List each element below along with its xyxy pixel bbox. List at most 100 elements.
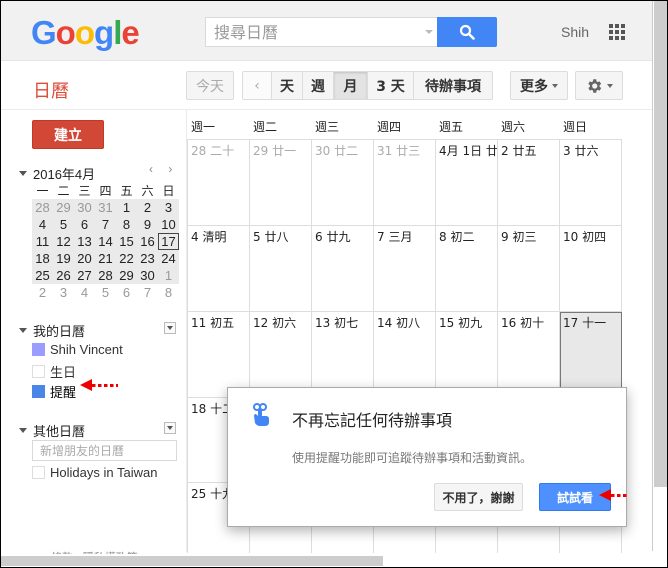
- day-cell[interactable]: 11 初五: [188, 312, 250, 398]
- calendar-color-checkbox[interactable]: [32, 385, 45, 398]
- day-cell[interactable]: 14 初八: [374, 312, 436, 398]
- mini-day[interactable]: 25: [32, 267, 53, 284]
- mini-day[interactable]: 3: [158, 199, 179, 216]
- view-tasks-button[interactable]: 待辦事項: [413, 72, 492, 99]
- day-cell[interactable]: 3 廿六: [560, 140, 622, 226]
- day-cell[interactable]: 16 初十: [498, 312, 560, 398]
- mini-day[interactable]: 22: [116, 250, 137, 267]
- mini-day[interactable]: 13: [74, 233, 95, 250]
- app-title[interactable]: 日曆: [33, 77, 69, 103]
- mini-day[interactable]: 28: [95, 267, 116, 284]
- other-calendars-menu-button[interactable]: [164, 422, 176, 434]
- mini-day[interactable]: 4: [32, 216, 53, 233]
- mini-day[interactable]: 6: [74, 216, 95, 233]
- mini-day[interactable]: 9: [137, 216, 158, 233]
- day-cell[interactable]: 30 廿二: [312, 140, 374, 226]
- mini-day[interactable]: 30: [74, 199, 95, 216]
- mini-day[interactable]: 17: [158, 233, 179, 250]
- day-cell[interactable]: 17 十一: [560, 312, 622, 398]
- mini-day[interactable]: 29: [53, 199, 74, 216]
- mini-day[interactable]: 29: [116, 267, 137, 284]
- apps-grid-icon[interactable]: [609, 24, 625, 40]
- mini-day[interactable]: 1: [158, 267, 179, 284]
- mini-day[interactable]: 10: [158, 216, 179, 233]
- mini-day[interactable]: 4: [74, 284, 95, 301]
- calendar-list-item[interactable]: Shih Vincent: [32, 342, 123, 357]
- mini-day[interactable]: 5: [53, 216, 74, 233]
- view-3day-button[interactable]: 3 天: [367, 72, 413, 99]
- settings-dropdown[interactable]: [575, 71, 623, 100]
- calendar-color-checkbox[interactable]: [32, 466, 45, 479]
- calendar-color-checkbox[interactable]: [32, 365, 45, 378]
- mini-day[interactable]: 8: [116, 216, 137, 233]
- mini-day[interactable]: 12: [53, 233, 74, 250]
- horizontal-scrollbar-thumb[interactable]: [1, 556, 383, 566]
- day-cell[interactable]: 12 初六: [250, 312, 312, 398]
- other-calendars-header[interactable]: 其他日曆: [19, 421, 85, 440]
- add-friend-calendar-input[interactable]: [32, 440, 177, 461]
- horizontal-scrollbar[interactable]: [1, 554, 667, 567]
- mini-day[interactable]: 8: [158, 284, 179, 301]
- day-cell[interactable]: 6 廿九: [312, 226, 374, 312]
- mini-day[interactable]: 1: [116, 199, 137, 216]
- mini-day[interactable]: 23: [137, 250, 158, 267]
- mini-day[interactable]: 16: [137, 233, 158, 250]
- mini-day[interactable]: 3: [53, 284, 74, 301]
- more-views-dropdown[interactable]: 更多: [510, 71, 568, 100]
- my-calendars-header[interactable]: 我的日曆: [19, 321, 85, 340]
- mini-day[interactable]: 2: [137, 199, 158, 216]
- day-cell[interactable]: 31 廿三: [374, 140, 436, 226]
- day-cell[interactable]: 7 三月: [374, 226, 436, 312]
- view-month-button[interactable]: 月: [333, 72, 367, 99]
- google-logo[interactable]: Google: [31, 14, 140, 52]
- calendar-list-item[interactable]: 提醒: [32, 382, 76, 401]
- mini-day[interactable]: 2: [32, 284, 53, 301]
- day-cell[interactable]: 4 清明: [188, 226, 250, 312]
- search-button[interactable]: [437, 17, 497, 47]
- mini-calendar-header[interactable]: 2016年4月: [19, 164, 95, 183]
- my-calendars-menu-button[interactable]: [164, 322, 176, 334]
- mini-day[interactable]: 28: [32, 199, 53, 216]
- search-input[interactable]: [206, 18, 406, 46]
- calendar-list-item[interactable]: 生日: [32, 362, 76, 381]
- mini-day[interactable]: 21: [95, 250, 116, 267]
- mini-day[interactable]: 27: [74, 267, 95, 284]
- create-event-button[interactable]: 建立: [32, 120, 104, 149]
- mini-day[interactable]: 24: [158, 250, 179, 267]
- day-cell[interactable]: 13 初七: [312, 312, 374, 398]
- mini-day[interactable]: 18: [32, 250, 53, 267]
- user-name-link[interactable]: Shih: [561, 24, 589, 40]
- day-cell[interactable]: 9 初三: [498, 226, 560, 312]
- calendar-list-item[interactable]: Holidays in Taiwan: [32, 465, 157, 480]
- no-thanks-button[interactable]: 不用了，謝謝: [434, 483, 523, 511]
- day-cell[interactable]: 5 廿八: [250, 226, 312, 312]
- mini-day[interactable]: 6: [116, 284, 137, 301]
- mini-day[interactable]: 11: [32, 233, 53, 250]
- mini-day[interactable]: 30: [137, 267, 158, 284]
- day-cell[interactable]: 10 初四: [560, 226, 622, 312]
- view-week-button[interactable]: 週: [302, 72, 333, 99]
- mini-next-month-icon[interactable]: ›: [168, 162, 172, 176]
- mini-day[interactable]: 14: [95, 233, 116, 250]
- day-cell[interactable]: 8 初二: [436, 226, 498, 312]
- mini-day[interactable]: 7: [137, 284, 158, 301]
- previous-period-button[interactable]: ‹: [243, 72, 271, 99]
- vertical-scrollbar[interactable]: [652, 1, 667, 551]
- mini-day[interactable]: 26: [53, 267, 74, 284]
- mini-day[interactable]: 7: [95, 216, 116, 233]
- mini-day[interactable]: 20: [74, 250, 95, 267]
- today-button[interactable]: 今天: [186, 71, 234, 100]
- mini-day[interactable]: 19: [53, 250, 74, 267]
- mini-day[interactable]: 31: [95, 199, 116, 216]
- mini-prev-month-icon[interactable]: ‹: [149, 162, 153, 176]
- calendar-color-checkbox[interactable]: [32, 343, 45, 356]
- mini-day[interactable]: 15: [116, 233, 137, 250]
- view-day-button[interactable]: 天: [271, 72, 302, 99]
- day-cell[interactable]: 28 二十: [188, 140, 250, 226]
- day-cell[interactable]: 29 廿一: [250, 140, 312, 226]
- vertical-scrollbar-thumb[interactable]: [654, 1, 667, 487]
- search-options-caret-icon[interactable]: [425, 30, 433, 34]
- mini-day[interactable]: 5: [95, 284, 116, 301]
- day-cell[interactable]: 15 初九: [436, 312, 498, 398]
- day-cell[interactable]: 2 廿五: [498, 140, 560, 226]
